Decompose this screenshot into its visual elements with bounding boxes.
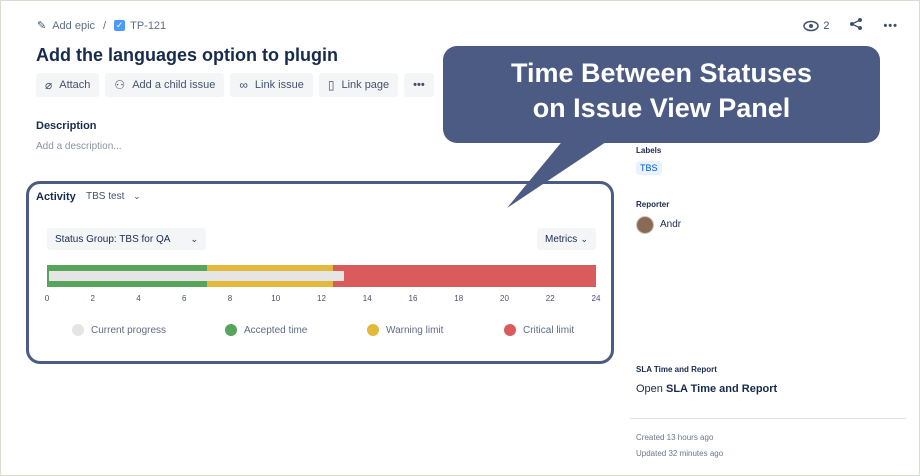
callout-line-1: Time Between Statuses — [510, 58, 813, 88]
watch-button[interactable]: 2 — [803, 20, 829, 32]
share-icon — [850, 18, 863, 30]
tick-label: 6 — [182, 294, 187, 303]
activity-label: Activity — [36, 191, 76, 203]
status-group-select[interactable]: Status Group: TBS for QA ⌄ — [47, 228, 206, 250]
chevron-down-icon: ⌄ — [133, 191, 141, 201]
more-actions-button[interactable]: ••• — [883, 20, 898, 32]
reporter-title: Reporter — [636, 200, 670, 209]
legend-critical-limit: Critical limit — [504, 324, 574, 336]
reporter-name[interactable]: Andr — [660, 219, 681, 230]
add-child-issue-label: Add a child issue — [132, 79, 216, 91]
legend-label: Accepted time — [244, 324, 308, 336]
tick-label: 4 — [136, 294, 141, 303]
tick-label: 2 — [90, 294, 95, 303]
pencil-icon: ✎ — [37, 20, 47, 32]
label-tag[interactable]: TBS — [636, 161, 662, 175]
tick-label: 20 — [500, 294, 509, 303]
tick-label: 24 — [591, 294, 601, 303]
description-label: Description — [36, 120, 97, 132]
more-toolbar-button[interactable]: ••• — [404, 73, 434, 97]
metrics-value: Metrics — [545, 233, 578, 245]
chevron-down-icon: ⌄ — [190, 233, 198, 244]
more-toolbar-label: ••• — [413, 79, 425, 91]
legend-label: Current progress — [91, 324, 167, 336]
feature-callout: Time Between Statuses on Issue View Pane… — [443, 46, 880, 143]
breadcrumb-issue-key[interactable]: TP-121 — [130, 20, 166, 32]
breadcrumb-separator: / — [103, 19, 107, 32]
progress-bar — [49, 271, 345, 281]
page-icon: ▯ — [327, 78, 335, 92]
status-group-value: Status Group: TBS for QA — [55, 233, 171, 245]
tick-label: 18 — [454, 294, 464, 303]
updated-timestamp: Updated 32 minutes ago — [636, 449, 724, 458]
tick-label: 14 — [362, 294, 372, 303]
tick-label: 8 — [227, 294, 233, 303]
breadcrumb-epic[interactable]: Add epic — [52, 20, 95, 32]
tick-label: 0 — [44, 294, 50, 303]
created-timestamp: Created 13 hours ago — [636, 433, 714, 442]
tick-label: 22 — [545, 294, 555, 303]
sla-title: SLA Time and Report — [636, 365, 717, 374]
legend-dot — [225, 324, 237, 336]
description-field[interactable]: Add a description... — [36, 141, 122, 152]
sla-open-link[interactable]: Open SLA Time and Report — [636, 383, 777, 395]
link-page-label: Link page — [341, 79, 390, 91]
sla-open-label: Open — [636, 383, 663, 395]
add-child-issue-button[interactable]: ⚇ Add a child issue — [105, 73, 225, 97]
metrics-select[interactable]: Metrics ⌄ — [537, 228, 596, 250]
legend-current-progress: Current progress — [72, 324, 166, 336]
tick-label: 10 — [271, 294, 281, 303]
link-page-button[interactable]: ▯ Link page — [318, 73, 399, 97]
task-type-icon: ✓ — [114, 20, 126, 31]
chevron-down-icon: ⌄ — [580, 233, 588, 244]
link-issue-button[interactable]: ∞ Link issue — [230, 73, 313, 97]
hierarchy-icon: ⚇ — [114, 78, 126, 92]
tick-label: 16 — [408, 294, 418, 303]
attach-label: Attach — [59, 79, 91, 91]
labels-title: Labels — [636, 146, 662, 155]
legend-label: Critical limit — [523, 324, 575, 336]
activity-filter-label: TBS test — [86, 191, 125, 202]
issue-toolbar: ⌀ Attach ⚇ Add a child issue ∞ Link issu… — [36, 73, 440, 97]
link-issue-label: Link issue — [254, 79, 304, 91]
legend-warning-limit: Warning limit — [367, 324, 443, 336]
paperclip-icon: ⌀ — [45, 78, 53, 92]
eye-icon — [803, 20, 820, 31]
legend-dot — [367, 324, 379, 336]
activity-filter-dropdown[interactable]: TBS test ⌄ — [86, 191, 141, 202]
divider — [630, 418, 906, 419]
breadcrumb: ✎ Add epic / ✓ TP-121 — [37, 19, 166, 33]
legend-dot — [72, 324, 84, 336]
legend-label: Warning limit — [386, 324, 444, 336]
issue-actions: 2 ••• — [803, 17, 898, 34]
attach-button[interactable]: ⌀ Attach — [36, 73, 100, 97]
critical-segment — [332, 265, 596, 287]
share-button[interactable] — [849, 17, 863, 34]
legend-accepted-time: Accepted time — [225, 324, 307, 336]
sla-link-label: SLA Time and Report — [665, 383, 778, 395]
watchers-count: 2 — [823, 19, 830, 32]
avatar — [636, 216, 654, 234]
time-axis: 0 2 4 6 8 10 12 14 16 18 20 22 24 — [44, 294, 601, 306]
callout-line-2: on Issue View Panel — [532, 92, 791, 123]
tick-label: 12 — [317, 294, 326, 303]
time-bar — [47, 265, 596, 287]
legend-dot — [504, 324, 516, 336]
issue-title[interactable]: Add the languages option to plugin — [36, 45, 338, 66]
link-icon: ∞ — [239, 78, 248, 92]
